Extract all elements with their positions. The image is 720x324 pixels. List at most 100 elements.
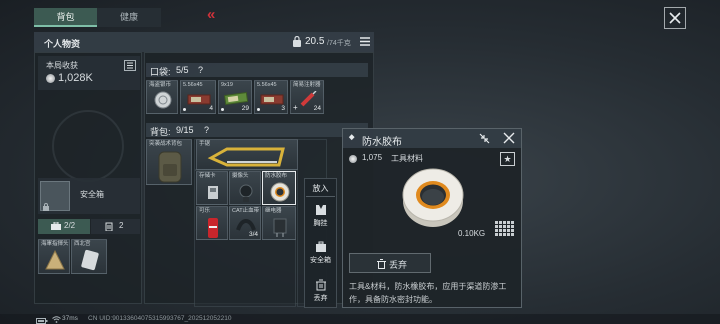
backpack-icon — [158, 151, 182, 183]
detail-header: ◆ 防水胶布 — [343, 129, 521, 148]
ammo-box-icon — [260, 94, 284, 105]
memory-card-icon — [208, 186, 218, 199]
ammo-dot-icon — [183, 108, 186, 111]
pocket-slot[interactable]: 简易注射器 + 24 — [290, 80, 324, 114]
loot-list-icon[interactable] — [124, 60, 136, 71]
plus-icon: + — [293, 103, 298, 112]
canister-icon — [105, 222, 113, 233]
ammo-dot-icon — [221, 108, 224, 111]
item-count: 29 — [241, 105, 249, 112]
detail-value: 1,075 — [362, 153, 383, 162]
item-count: 4 — [209, 105, 213, 112]
item-name: 摄像头 — [232, 173, 249, 179]
card-icon — [81, 249, 99, 271]
weight-icon — [292, 35, 302, 49]
grid-size-icon — [495, 221, 515, 239]
item-count: 3 — [281, 105, 285, 112]
backpack-slot[interactable]: 存储卡 — [196, 171, 228, 205]
pocket-help-icon[interactable]: ? — [198, 65, 203, 75]
battery-icon — [36, 316, 48, 324]
coin-item-icon — [154, 91, 172, 109]
discard-side-button[interactable]: 丢弃 — [304, 279, 337, 307]
detail-coin-icon — [349, 153, 357, 163]
emblem-watermark — [52, 110, 124, 182]
backpack-slot[interactable]: 手锯 — [196, 139, 298, 170]
item-name: 简易注射器 — [293, 82, 321, 88]
pocket-slot[interactable]: 5.56x45 3 — [254, 80, 288, 114]
pocket-header: 口袋: 5/5 ? — [146, 63, 368, 77]
weight-max: /74千克 — [327, 40, 351, 47]
bottom-item-slot[interactable]: 西北宫 — [71, 239, 107, 274]
put-vest-button[interactable]: 胸挂 — [304, 204, 337, 234]
backpack-main-slot[interactable]: 突袭战术背包 — [146, 139, 192, 185]
favorite-star-icon[interactable]: ★ — [500, 152, 515, 166]
backpack-slot[interactable]: 继电器 — [262, 206, 296, 240]
ammo-box-icon — [224, 92, 248, 105]
pocket-title: 口袋: — [150, 67, 171, 77]
put-safebox-button[interactable]: 安全箱 — [304, 241, 337, 271]
safebox-slot[interactable]: 安全箱 — [38, 178, 140, 214]
loot-value: 1,028K — [58, 72, 93, 84]
camera-icon — [239, 184, 253, 202]
bottom-tab-canister[interactable]: 2 — [91, 219, 140, 234]
divider — [306, 196, 335, 197]
close-icon[interactable] — [664, 7, 686, 29]
status-bar: 37ms CN UID:901336040753159937​67_202512… — [0, 314, 720, 324]
tape-image — [398, 161, 468, 231]
item-detail-panel: ◆ 防水胶布 1,075 工具材料 ★ 0.10KG 丢弃 工具&材料，防水橡胶… — [342, 128, 522, 308]
list-menu-icon[interactable] — [360, 37, 370, 48]
ammo-box-icon — [187, 94, 211, 105]
bottom-tab-toolbox-label: 2/2 — [64, 221, 76, 230]
ammo-dot-icon — [257, 108, 260, 111]
lock-icon — [42, 203, 50, 213]
pocket-slot[interactable]: 5.56x45 4 — [180, 80, 216, 114]
detail-close-icon[interactable] — [503, 132, 515, 146]
item-name: 防水胶布 — [265, 173, 288, 179]
bottom-tab-toolbox[interactable]: 2/2 — [38, 219, 90, 234]
saw-icon — [207, 147, 285, 167]
bottom-item-slot[interactable]: 海軍指揮头 — [38, 239, 70, 274]
pocket-slot[interactable]: 海盗银币 — [146, 80, 178, 114]
wifi-icon — [52, 315, 61, 324]
backpack-slot-selected[interactable]: 防水胶布 — [262, 171, 296, 205]
tourniquet-icon — [236, 219, 256, 231]
diamond-icon: ◆ — [349, 134, 355, 141]
trash-icon — [315, 279, 326, 291]
tab-health[interactable]: 健康 — [97, 8, 161, 27]
item-name: 5.56x45 — [183, 82, 203, 88]
collapse-icon[interactable] — [479, 133, 490, 146]
tape-icon — [270, 182, 290, 202]
bottom-tab-canister-label: 2 — [119, 221, 124, 230]
pocket-count: 5/5 — [176, 65, 189, 75]
relay-icon — [273, 218, 287, 237]
detail-title: 防水胶布 — [362, 137, 402, 148]
discard-side-label: 丢弃 — [313, 295, 328, 302]
collapse-arrow-icon[interactable]: « — [207, 6, 215, 23]
tab-backpack[interactable]: 背包 — [34, 8, 97, 27]
backpack-slot[interactable]: CAT止血带 3/4 — [229, 206, 261, 240]
discard-button[interactable]: 丢弃 — [349, 253, 431, 273]
put-into-title: 放入 — [312, 184, 329, 193]
put-safebox-label: 安全箱 — [310, 257, 331, 264]
item-count: 3/4 — [248, 231, 258, 238]
item-name: 继电器 — [265, 208, 282, 214]
put-vest-label: 胸挂 — [313, 220, 328, 227]
item-name: 海軍指揮头 — [41, 241, 69, 247]
ping-value: 37ms — [62, 315, 78, 322]
backpack-slot[interactable]: 摄像头 — [229, 171, 261, 205]
cola-can-icon — [208, 218, 218, 238]
loot-label: 本局收获 — [46, 61, 78, 70]
safebox-icon — [315, 241, 326, 252]
trash-icon — [377, 259, 386, 271]
backpack-help-icon[interactable]: ? — [204, 125, 209, 135]
pocket-slot[interactable]: 9x19 29 — [218, 80, 252, 114]
item-name: 西北宫 — [74, 241, 91, 247]
backpack-slot[interactable]: 可乐 — [196, 206, 228, 240]
safebox-label: 安全箱 — [80, 190, 104, 199]
toolbox-icon — [51, 221, 61, 232]
backpack-header: 背包: 9/15 ? — [146, 123, 368, 137]
loot-box: 本局收获 1,028K — [38, 56, 140, 90]
uid-text: CN UID:901336040753159937​67_20251205221… — [88, 315, 232, 322]
weight-value: 20.5 — [305, 36, 325, 47]
personal-title: 个人物资 — [44, 39, 81, 49]
